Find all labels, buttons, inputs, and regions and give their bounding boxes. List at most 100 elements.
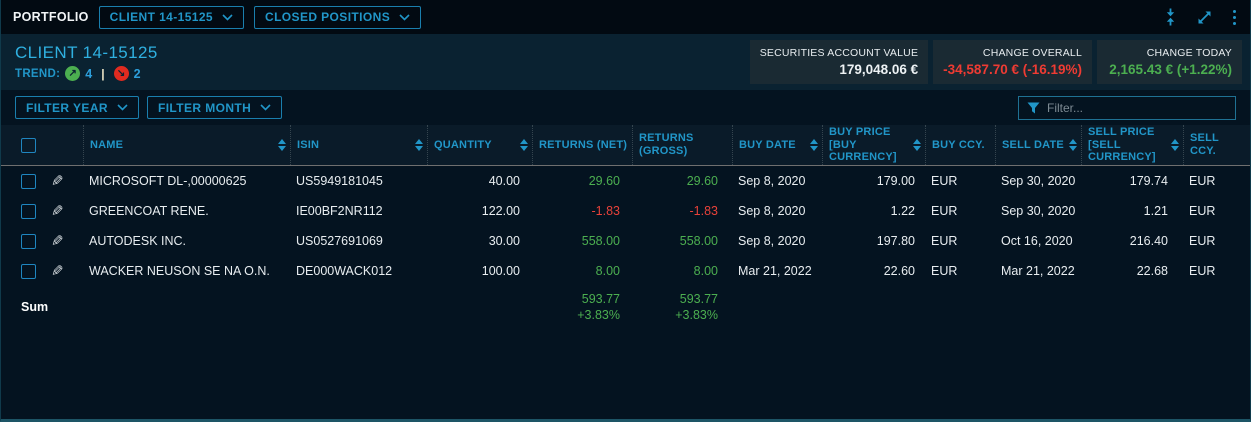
- cell-buy-price: 22.60: [822, 264, 925, 278]
- cell-sell-date: Oct 16, 2020: [995, 234, 1081, 248]
- chevron-down-icon: [399, 14, 410, 21]
- cell-buy-date: Mar 21, 2022: [732, 264, 822, 278]
- edit-pencil-icon[interactable]: ✎: [51, 262, 64, 280]
- column-header-quantity[interactable]: QUANTITY: [427, 125, 532, 165]
- cell-buy-date: Sep 8, 2020: [732, 204, 822, 218]
- filter-month-dropdown[interactable]: FILTER MONTH: [147, 96, 282, 119]
- client-block: CLIENT 14-15125 TREND: ↗ 4 | ↘ 2: [15, 43, 158, 81]
- trend-down-count: 2: [134, 67, 141, 81]
- row-select-cell: [15, 204, 45, 219]
- positions-dropdown[interactable]: CLOSED POSITIONS: [254, 6, 421, 29]
- filter-input[interactable]: [1047, 101, 1227, 115]
- edit-pencil-icon[interactable]: ✎: [51, 202, 64, 220]
- row-select-cell: [15, 174, 45, 189]
- chevron-down-icon: [222, 14, 233, 21]
- portfolio-app: PORTFOLIO CLIENT 14-15125 CLOSED POSITIO…: [0, 0, 1251, 422]
- row-edit-cell: ✎: [45, 202, 83, 220]
- stat-change-overall: CHANGE OVERALL -34,587.70 € (-16.19%): [933, 40, 1092, 84]
- sort-icon[interactable]: [908, 139, 921, 151]
- trend-label: TREND:: [15, 68, 60, 80]
- cell-sell-ccy: EUR: [1183, 174, 1250, 188]
- top-bar: PORTFOLIO CLIENT 14-15125 CLOSED POSITIO…: [1, 0, 1250, 34]
- sum-row: Sum 593.77 +3.83% 593.77 +3.83%: [1, 286, 1250, 328]
- trend-separator: |: [101, 67, 104, 81]
- cell-isin: US5949181045: [290, 174, 427, 188]
- row-edit-cell: ✎: [45, 262, 83, 280]
- chevron-down-icon: [117, 104, 128, 111]
- portfolio-label: PORTFOLIO: [13, 10, 89, 24]
- filter-year-label: FILTER YEAR: [26, 101, 108, 115]
- column-header-name[interactable]: NAME: [83, 125, 290, 165]
- cell-returns-net: 558.00: [532, 234, 632, 248]
- kebab-menu-icon[interactable]: [1231, 8, 1238, 27]
- column-header-isin[interactable]: ISIN: [290, 125, 427, 165]
- cell-isin: DE000WACK012: [290, 264, 427, 278]
- column-header-returns-net: RETURNS (NET): [532, 125, 632, 165]
- stat-value: 2,165.43 € (+1.22%): [1107, 62, 1232, 77]
- filter-row: FILTER YEAR FILTER MONTH: [1, 90, 1250, 125]
- edit-pencil-icon[interactable]: ✎: [51, 172, 64, 190]
- column-header-returns-gross: RETURNS (GROSS): [632, 125, 732, 165]
- sort-icon[interactable]: [410, 139, 423, 151]
- cell-quantity: 100.00: [427, 264, 532, 278]
- cell-returns-gross: 29.60: [632, 174, 732, 188]
- sort-icon[interactable]: [515, 139, 528, 151]
- cell-buy-price: 197.80: [822, 234, 925, 248]
- cell-sell-ccy: EUR: [1183, 264, 1250, 278]
- cell-buy-ccy: EUR: [925, 204, 995, 218]
- stat-value: 179,048.06 €: [760, 62, 918, 77]
- sort-icon[interactable]: [1166, 139, 1179, 151]
- cell-isin: IE00BF2NR112: [290, 204, 427, 218]
- stat-label: CHANGE OVERALL: [943, 47, 1082, 59]
- row-edit-cell: ✎: [45, 172, 83, 190]
- row-select-cell: [15, 234, 45, 249]
- column-header-buy-price[interactable]: BUY PRICE [BUY CURRENCY]: [822, 125, 925, 165]
- sort-icon[interactable]: [1064, 139, 1077, 151]
- edit-pencil-icon[interactable]: ✎: [51, 232, 64, 250]
- chevron-down-icon: [260, 104, 271, 111]
- cell-buy-price: 1.22: [822, 204, 925, 218]
- column-header-sell-price[interactable]: SELL PRICE [SELL CURRENCY]: [1081, 125, 1183, 165]
- filter-funnel-icon: [1027, 102, 1040, 114]
- cell-sell-ccy: EUR: [1183, 234, 1250, 248]
- cell-name: WACKER NEUSON SE NA O.N.: [83, 264, 290, 278]
- sort-icon[interactable]: [273, 139, 286, 151]
- row-select-cell: [15, 264, 45, 279]
- trend-down-icon: ↘: [114, 66, 129, 81]
- account-stats: SECURITIES ACCOUNT VALUE 179,048.06 € CH…: [750, 40, 1242, 84]
- cell-buy-ccy: EUR: [925, 264, 995, 278]
- table-row: ✎ AUTODESK INC. US0527691069 30.00 558.0…: [1, 226, 1250, 256]
- cell-buy-date: Sep 8, 2020: [732, 174, 822, 188]
- cell-sell-price: 22.68: [1081, 264, 1183, 278]
- top-bar-actions: [1163, 8, 1238, 27]
- cell-buy-ccy: EUR: [925, 234, 995, 248]
- cell-sell-date: Sep 30, 2020: [995, 204, 1081, 218]
- row-edit-cell: ✎: [45, 232, 83, 250]
- cell-sell-date: Mar 21, 2022: [995, 264, 1081, 278]
- row-checkbox[interactable]: [21, 264, 36, 279]
- cell-isin: US0527691069: [290, 234, 427, 248]
- row-checkbox[interactable]: [21, 234, 36, 249]
- cell-returns-gross: 8.00: [632, 264, 732, 278]
- client-dropdown[interactable]: CLIENT 14-15125: [99, 6, 244, 29]
- cell-sell-price: 1.21: [1081, 204, 1183, 218]
- cell-name: MICROSOFT DL-,00000625: [83, 174, 290, 188]
- cell-sell-ccy: EUR: [1183, 204, 1250, 218]
- stat-securities-account-value: SECURITIES ACCOUNT VALUE 179,048.06 €: [750, 40, 928, 84]
- client-title: CLIENT 14-15125: [15, 43, 158, 63]
- collapse-vertical-icon[interactable]: [1163, 8, 1178, 26]
- column-header-sell-date[interactable]: SELL DATE: [995, 125, 1081, 165]
- select-all-checkbox[interactable]: [21, 138, 36, 153]
- filter-month-label: FILTER MONTH: [158, 101, 251, 115]
- cell-sell-price: 216.40: [1081, 234, 1183, 248]
- client-dropdown-label: CLIENT 14-15125: [110, 10, 213, 24]
- column-header-buy-date[interactable]: BUY DATE: [732, 125, 822, 165]
- sort-icon[interactable]: [805, 139, 818, 151]
- row-checkbox[interactable]: [21, 204, 36, 219]
- row-checkbox[interactable]: [21, 174, 36, 189]
- cell-buy-date: Sep 8, 2020: [732, 234, 822, 248]
- expand-diagonal-icon[interactable]: [1196, 9, 1213, 26]
- trend-row: TREND: ↗ 4 | ↘ 2: [15, 66, 158, 81]
- filter-year-dropdown[interactable]: FILTER YEAR: [15, 96, 139, 119]
- cell-returns-gross: 558.00: [632, 234, 732, 248]
